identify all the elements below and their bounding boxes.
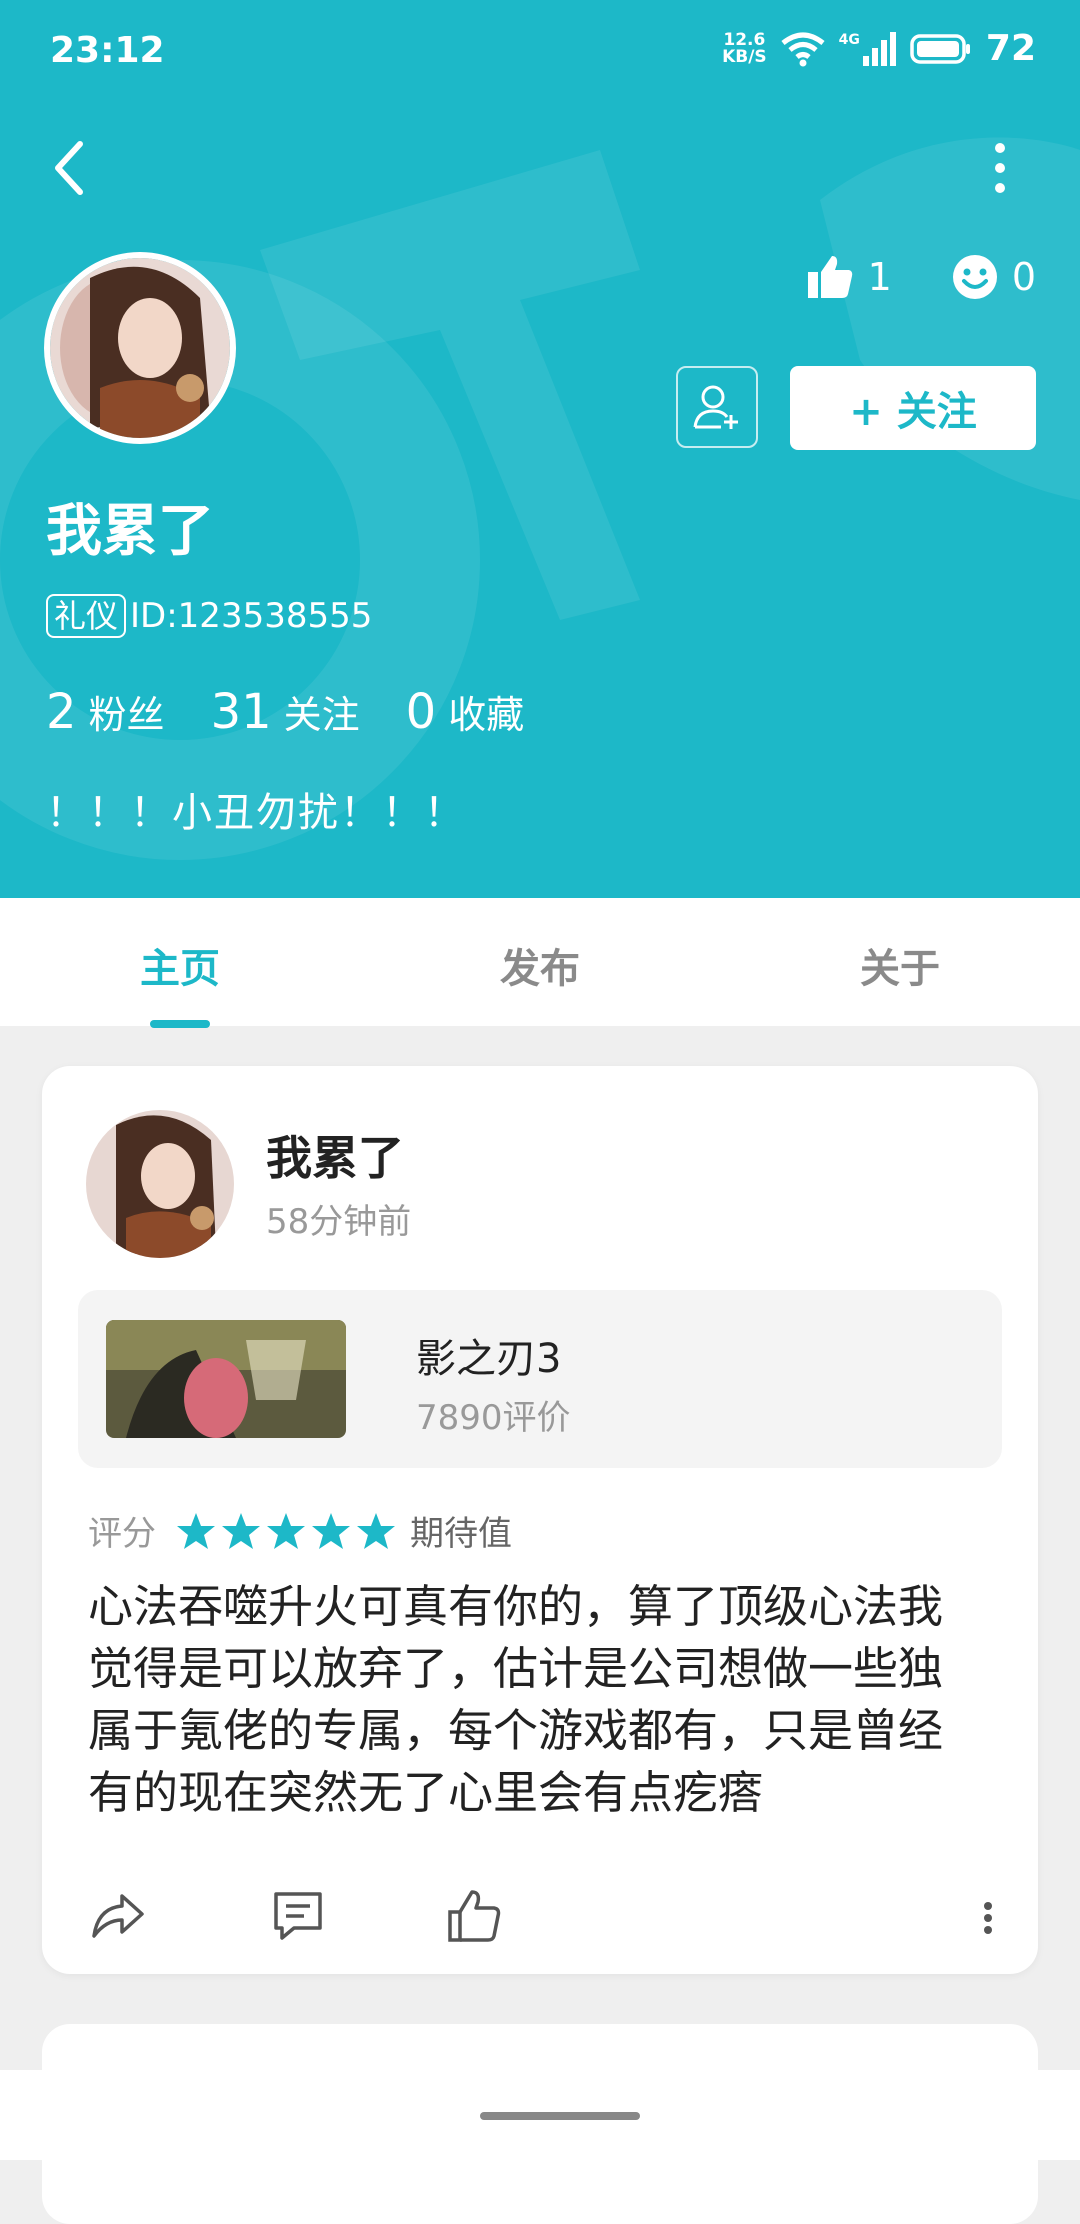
add-friend-button[interactable] bbox=[676, 366, 758, 448]
tab-posts[interactable]: 发布 bbox=[360, 898, 720, 1026]
fans-stat[interactable]: 2 粉丝 bbox=[46, 684, 165, 740]
star-icon bbox=[267, 1512, 305, 1549]
profile-counts: 2 粉丝 31 关注 0 收藏 bbox=[46, 684, 524, 740]
network-speed: 12.6 KB/S bbox=[722, 29, 767, 67]
follow-button[interactable]: + 关注 bbox=[790, 366, 1036, 450]
profile-tabs: 主页 发布 关于 bbox=[0, 898, 1080, 1026]
back-button[interactable] bbox=[40, 132, 100, 204]
post-author-name[interactable]: 我累了 bbox=[266, 1122, 404, 1188]
avatar-image bbox=[86, 1110, 234, 1258]
rating-label: 评分 bbox=[88, 1514, 156, 1554]
profile-id: ID:123538555 bbox=[130, 596, 373, 636]
tab-about[interactable]: 关于 bbox=[720, 898, 1080, 1026]
post-card[interactable]: 我累了 58分钟前 影之刃3 7890评价 评分 期待值 心法吞噬升火可真有你的… bbox=[42, 1066, 1038, 1974]
post-time: 58分钟前 bbox=[266, 1202, 412, 1242]
add-user-icon bbox=[693, 385, 738, 429]
profile-bio: ！！！小丑勿扰！！！ bbox=[46, 790, 466, 836]
thumbs-up-icon bbox=[807, 256, 852, 298]
post-more-button[interactable] bbox=[968, 1886, 1008, 1946]
rating-text: 期待值 bbox=[410, 1514, 512, 1554]
game-title: 影之刃3 bbox=[416, 1336, 562, 1382]
smile-icon bbox=[952, 255, 997, 299]
following-stat[interactable]: 31 关注 bbox=[211, 684, 360, 740]
game-link-card[interactable]: 影之刃3 7890评价 bbox=[78, 1290, 1002, 1468]
game-cover-image bbox=[106, 1320, 346, 1438]
star-icon bbox=[222, 1512, 260, 1549]
profile-header: 23:12 12.6 KB/S 4G 72 1 0 + 关注 我累了 礼仪 ID… bbox=[0, 0, 1080, 898]
etiquette-badge[interactable]: 礼仪 bbox=[46, 594, 127, 638]
active-tab-indicator bbox=[150, 1020, 210, 1028]
share-button[interactable] bbox=[88, 1886, 148, 1946]
profile-id-row: 礼仪 ID:123538555 bbox=[46, 594, 372, 638]
collection-stat[interactable]: 0 收藏 bbox=[406, 684, 525, 740]
like-button[interactable] bbox=[444, 1886, 504, 1946]
status-bar: 23:12 12.6 KB/S 4G 72 bbox=[0, 0, 1080, 108]
wifi-icon bbox=[781, 32, 825, 66]
profile-name: 我累了 bbox=[46, 499, 214, 564]
battery-icon bbox=[910, 33, 970, 64]
profile-reactions: 1 0 bbox=[806, 254, 1036, 300]
tab-home[interactable]: 主页 bbox=[0, 898, 360, 1026]
status-icons: 12.6 KB/S 4G 72 bbox=[722, 28, 1036, 69]
profile-avatar[interactable] bbox=[44, 252, 236, 444]
rating-stars bbox=[176, 1511, 396, 1551]
cell-signal-icon: 4G bbox=[839, 31, 896, 66]
home-indicator[interactable] bbox=[480, 2112, 640, 2120]
post-actions bbox=[88, 1886, 1018, 1956]
smile-count[interactable]: 0 bbox=[952, 254, 1036, 300]
star-icon bbox=[177, 1512, 215, 1549]
game-thumbnail bbox=[106, 1320, 346, 1438]
status-time: 23:12 bbox=[50, 30, 165, 71]
avatar-image bbox=[50, 258, 230, 438]
like-count[interactable]: 1 bbox=[806, 254, 892, 300]
more-options-button[interactable] bbox=[980, 138, 1020, 198]
battery-level: 72 bbox=[985, 28, 1036, 69]
post-author-avatar[interactable] bbox=[86, 1110, 234, 1258]
game-review-count: 7890评价 bbox=[416, 1398, 571, 1438]
rating-row: 评分 期待值 bbox=[88, 1506, 512, 1555]
star-icon bbox=[312, 1512, 350, 1549]
star-icon bbox=[357, 1512, 395, 1549]
post-body[interactable]: 心法吞噬升火可真有你的，算了顶级心法我觉得是可以放弃了，估计是公司想做一些独属于… bbox=[88, 1576, 968, 1824]
comment-button[interactable] bbox=[268, 1886, 328, 1946]
